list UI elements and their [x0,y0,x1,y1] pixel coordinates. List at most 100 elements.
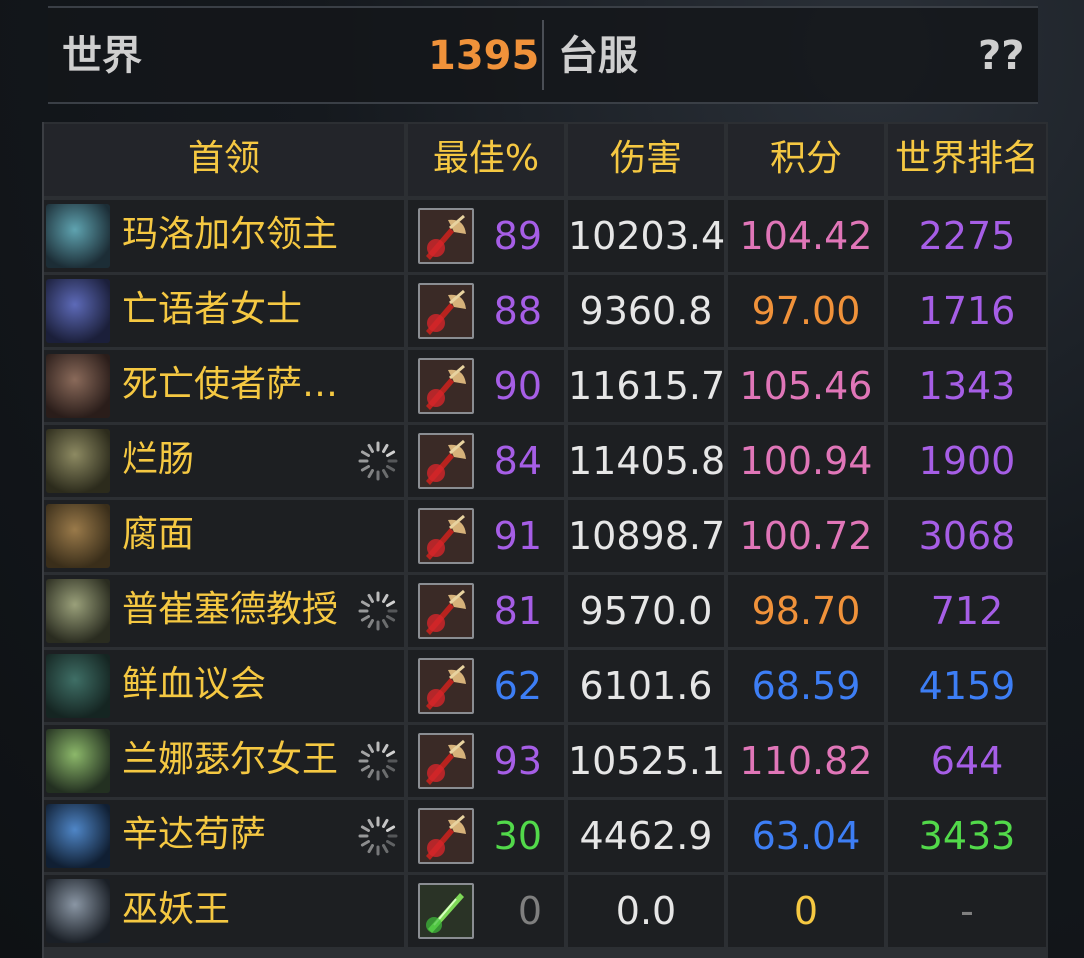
table-row[interactable]: 普崔塞德教授 81 9570.0 98.70 712 [44,575,1048,647]
best-percent-cell: 81 [408,575,564,647]
boss-cell[interactable]: 鲜血议会 [44,650,404,722]
score-cell: 63.04 [728,800,884,872]
world-rank-value: 1716 [918,289,1016,333]
spec-spell-icon [418,583,474,639]
best-percent-cell: 93 [408,725,564,797]
world-rank-value: 1900 [918,439,1016,483]
table-row[interactable]: 玛洛加尔领主 89 10203.4 104.42 2275 [44,200,1048,272]
boss-portrait-icon [46,654,110,718]
spec-spell-icon [418,358,474,414]
column-header-damage[interactable]: 伤害 [568,124,724,196]
boss-portrait-icon [46,579,110,643]
score-cell: 100.72 [728,500,884,572]
boss-cell[interactable]: 腐面 [44,500,404,572]
boss-portrait-icon [46,804,110,868]
score-value: 0 [793,889,819,933]
spec-spell-icon [418,733,474,789]
spec-spell-icon [418,283,474,339]
boss-cell[interactable]: 死亡使者萨… [44,350,404,422]
best-percent: 88 [493,289,542,333]
best-percent: 93 [493,739,542,783]
ranking-summary-bar: 世界 1395 台服 ?? [48,6,1038,104]
boss-portrait-icon [46,879,110,943]
column-header-score[interactable]: 积分 [728,124,884,196]
boss-name: 辛达苟萨 [122,814,267,855]
best-percent: 0 [517,889,542,933]
region-label: 台服 [558,33,638,79]
column-header-world-rank[interactable]: 世界排名 [888,124,1046,196]
world-label: 世界 [62,33,142,79]
score-cell: 110.82 [728,725,884,797]
boss-name: 死亡使者萨… [122,364,339,405]
score-cell: 98.70 [728,575,884,647]
world-rank-cell: 644 [888,725,1046,797]
damage-cell: 9360.8 [568,275,724,347]
score-cell: 104.42 [728,200,884,272]
best-percent-cell: 89 [408,200,564,272]
column-header-boss[interactable]: 首领 [44,124,404,196]
table-row[interactable]: 鲜血议会 62 6101.6 68.59 4159 [44,650,1048,722]
best-percent-cell: 62 [408,650,564,722]
damage-cell: 11405.8 [568,425,726,497]
score-value: 100.94 [739,439,873,483]
boss-cell[interactable]: 巫妖王 [44,875,404,947]
world-rank-value: 2275 [918,214,1016,258]
boss-cell[interactable]: 亡语者女士 [44,275,404,347]
table-row[interactable]: 巫妖王 0 0.0 0 - [44,875,1048,947]
damage-value: 9570.0 [579,589,713,633]
best-percent: 90 [493,364,542,408]
damage-cell: 10203.4 [568,200,726,272]
loading-spinner-icon [356,814,400,858]
world-rank-value: 4159 [918,664,1016,708]
world-rank-cell: 3433 [888,800,1046,872]
damage-value: 10203.4 [568,214,726,258]
boss-portrait-icon [46,504,110,568]
world-rank-value: 3433 [918,814,1016,858]
best-percent-cell: 0 [408,875,564,947]
world-rank-cell: 1900 [888,425,1046,497]
damage-value: 11405.8 [568,439,726,483]
world-rank-value: 712 [930,589,1004,633]
table-row[interactable]: 亡语者女士 88 9360.8 97.00 1716 [44,275,1048,347]
score-value: 105.46 [739,364,873,408]
damage-value: 6101.6 [579,664,713,708]
damage-cell: 11615.7 [568,350,725,422]
damage-cell: 6101.6 [568,650,724,722]
spec-spell-icon [418,808,474,864]
boss-portrait-icon [46,429,110,493]
boss-portrait-icon [46,354,110,418]
world-rank-cell: 4159 [888,650,1046,722]
damage-value: 4462.9 [579,814,713,858]
table-row[interactable]: 兰娜瑟尔女王 93 10525.1 110.82 644 [44,725,1048,797]
boss-name: 烂肠 [122,439,195,480]
damage-value: 10525.1 [568,739,726,783]
column-header-best[interactable]: 最佳% [408,124,564,196]
best-percent: 91 [493,514,542,558]
boss-cell[interactable]: 玛洛加尔领主 [44,200,404,272]
boss-cell[interactable]: 辛达苟萨 [44,800,404,872]
table-row[interactable]: 腐面 91 10898.7 100.72 3068 [44,500,1048,572]
table-row[interactable]: 辛达苟萨 30 4462.9 63.04 3433 [44,800,1048,872]
world-rank-cell: 1343 [888,350,1046,422]
world-rank-value: 3068 [918,514,1016,558]
boss-cell[interactable]: 兰娜瑟尔女王 [44,725,404,797]
damage-value: 9360.8 [579,289,713,333]
damage-cell: 0.0 [568,875,724,947]
boss-name: 玛洛加尔领主 [122,214,339,255]
score-cell: 100.94 [728,425,884,497]
table-row[interactable]: 烂肠 84 11405.8 100.94 1900 [44,425,1048,497]
boss-name: 亡语者女士 [122,289,303,330]
boss-ranking-table: 首领 最佳% 伤害 积分 世界排名 玛洛加尔领主 89 10203.4 104.42 2… [42,122,1048,958]
boss-name: 腐面 [122,514,195,555]
region-rank-value: ?? [978,33,1025,79]
score-value: 68.59 [751,664,861,708]
boss-cell[interactable]: 普崔塞德教授 [44,575,404,647]
damage-value: 10898.7 [568,514,726,558]
best-percent-cell: 90 [408,350,564,422]
spec-spell-icon [418,508,474,564]
best-percent: 84 [493,439,542,483]
boss-cell[interactable]: 烂肠 [44,425,404,497]
score-cell: 68.59 [728,650,884,722]
world-rank-value: 644 [930,739,1004,783]
table-row[interactable]: 死亡使者萨… 90 11615.7 105.46 1343 [44,350,1048,422]
